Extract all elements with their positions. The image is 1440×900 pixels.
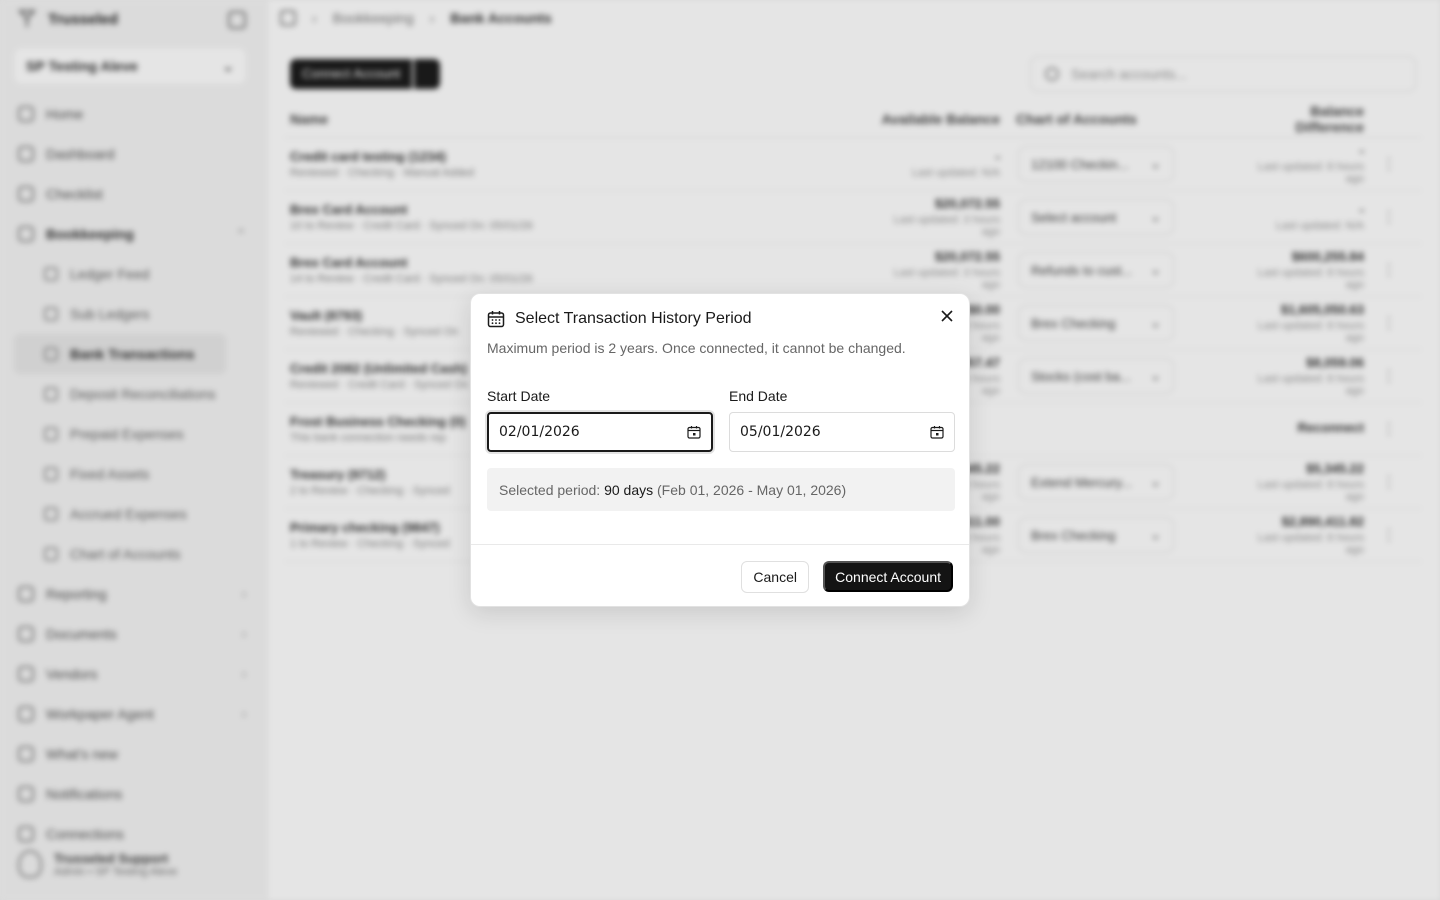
calendar-picker-icon[interactable]	[687, 425, 701, 439]
close-icon	[941, 310, 953, 322]
dialog-header: Select Transaction History Period	[487, 310, 752, 328]
connect-account-button[interactable]: Connect Account	[823, 561, 953, 592]
start-date-field: Start Date 02/01/2026	[487, 388, 713, 452]
dialog-title: Select Transaction History Period	[515, 310, 752, 327]
end-date-input[interactable]: 05/01/2026	[729, 412, 955, 452]
period-range: (Feb 01, 2026 - May 01, 2026)	[657, 481, 847, 498]
calendar-picker-icon[interactable]	[930, 425, 944, 439]
cancel-button[interactable]: Cancel	[741, 561, 809, 593]
dialog-description: Maximum period is 2 years. Once connecte…	[487, 340, 906, 356]
dialog-footer: Cancel Connect Account	[471, 544, 969, 608]
period-prefix: Selected period:	[499, 481, 601, 498]
transaction-period-dialog: Select Transaction History Period Maximu…	[470, 293, 970, 607]
start-date-input[interactable]: 02/01/2026	[487, 412, 713, 452]
selected-period-summary: Selected period: 90 days (Feb 01, 2026 -…	[487, 468, 955, 511]
start-date-label: Start Date	[487, 388, 551, 404]
end-date-label: End Date	[729, 388, 788, 404]
period-days: 90 days	[604, 481, 654, 498]
start-date-value: 02/01/2026	[499, 424, 580, 440]
end-date-value: 05/01/2026	[740, 424, 821, 440]
end-date-field: End Date 05/01/2026	[729, 388, 955, 452]
calendar-icon	[487, 311, 505, 328]
close-button[interactable]	[937, 306, 957, 326]
